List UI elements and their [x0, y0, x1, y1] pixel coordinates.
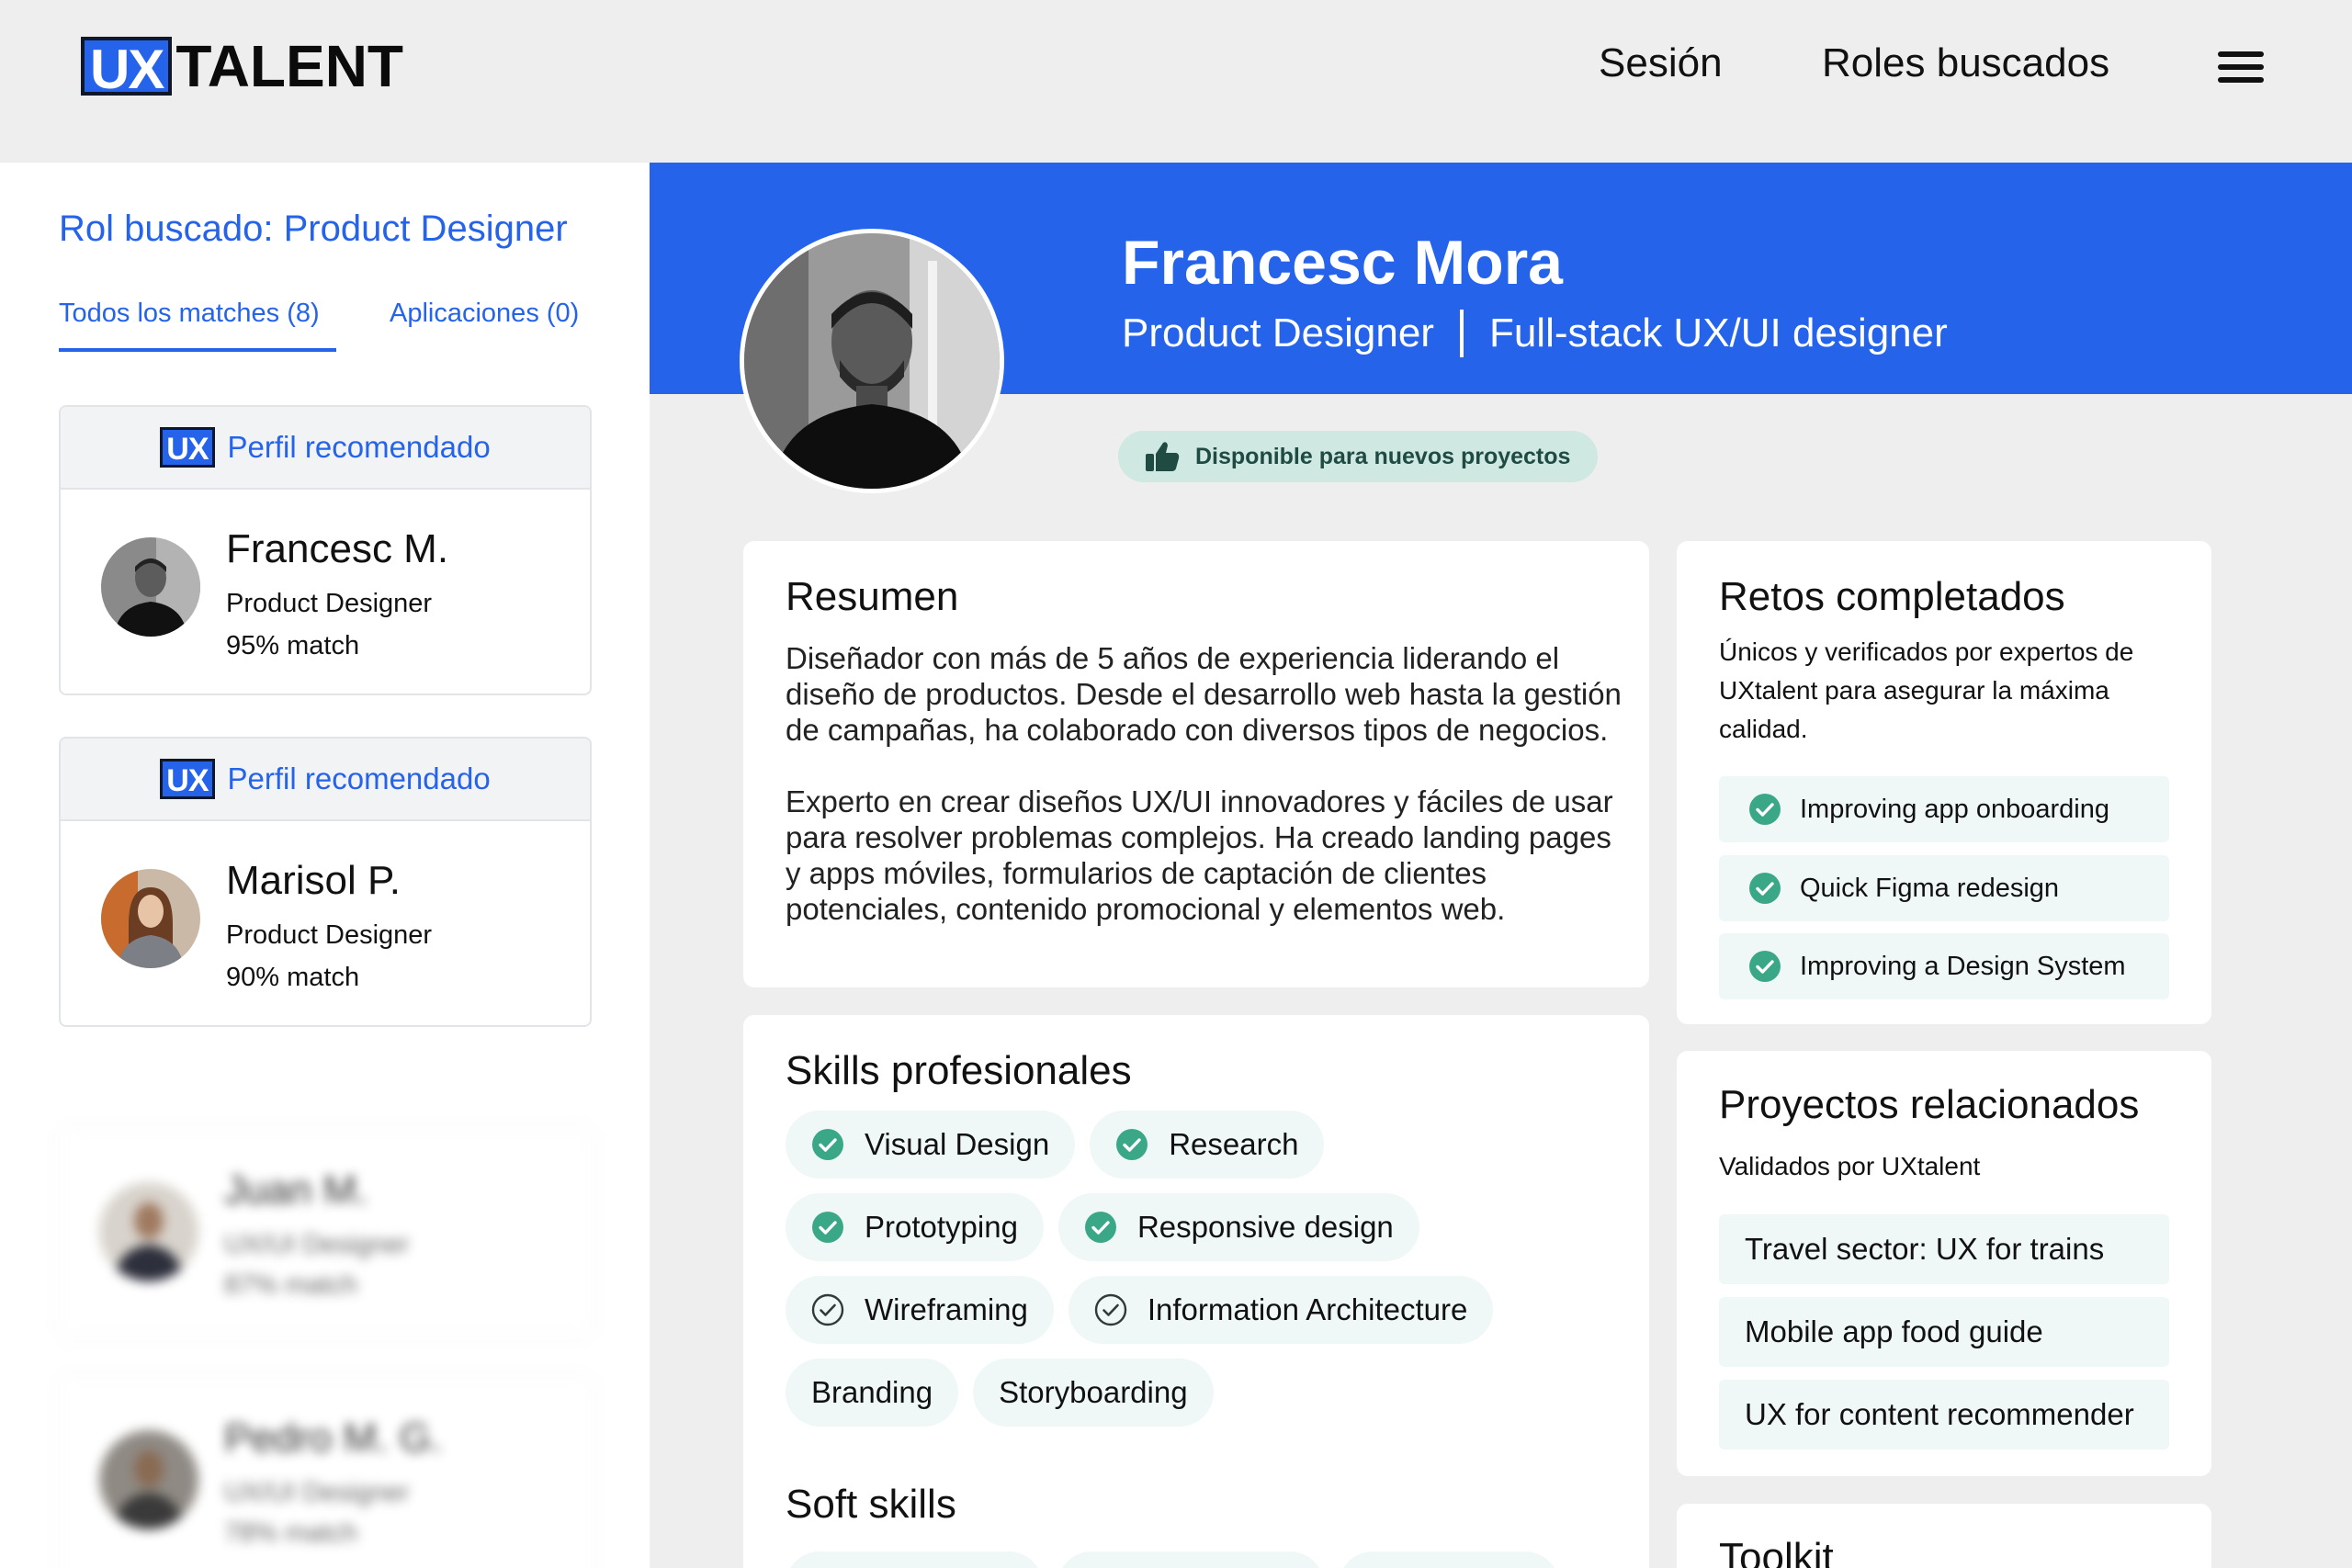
avatar: [99, 1182, 198, 1281]
match-role: UX/UI Designer: [224, 1230, 410, 1259]
profile-name: Francesc Mora: [1122, 228, 1563, 298]
match-name: Pedro M. G.: [224, 1416, 443, 1461]
match-percentage: 95% match: [226, 631, 360, 660]
uxtalent-logo[interactable]: UX TALENT: [81, 33, 404, 99]
profile-subtitle: Product Designer Full-stack UX/UI design…: [1122, 310, 1948, 357]
title-divider: [1459, 310, 1464, 357]
recommended-header: UX Perfil recomendado: [61, 739, 590, 821]
skill-chip: [1339, 1551, 1559, 1568]
skill-chip: Visual Design: [786, 1111, 1076, 1179]
skills-card: Skills profesionales Visual Design Resea…: [743, 1015, 1649, 1568]
match-card[interactable]: UX Perfil recomendado Marisol P. Product…: [59, 737, 592, 1027]
skill-chip: Responsive design: [1057, 1193, 1419, 1261]
avatar: [101, 869, 200, 968]
projects-card: Proyectos relacionados Validados por UXt…: [1677, 1051, 2211, 1476]
skill-chip: Prototyping: [786, 1193, 1044, 1261]
match-percentage: 87% match: [224, 1270, 358, 1300]
skill-chip: Research: [1090, 1111, 1325, 1179]
blurred-match-card: Pedro M. G. UX/UI Designer 78% match: [59, 1377, 592, 1568]
nav-link-sesion[interactable]: Sesión: [1599, 40, 1723, 86]
match-role: Product Designer: [226, 920, 433, 950]
recommended-label: Perfil recomendado: [227, 430, 491, 464]
avatar: [101, 537, 200, 637]
soft-skills-title: Soft skills: [786, 1482, 956, 1527]
thumbs-up-icon: [1146, 442, 1180, 471]
role-title: Rol buscado: Product Designer: [59, 209, 568, 249]
tab-applications[interactable]: Aplicaciones (0): [390, 299, 579, 329]
profile-specialty: Full-stack UX/UI designer: [1488, 310, 1948, 355]
check-circle-icon: [1749, 951, 1781, 982]
matches-sidebar: Rol buscado: Product Designer Todos los …: [0, 163, 650, 1568]
recommended-header: UX Perfil recomendado: [61, 407, 590, 490]
match-card[interactable]: UX Perfil recomendado Francesc M. Produc…: [59, 405, 592, 695]
skill-chip: Storyboarding: [973, 1359, 1214, 1427]
availability-badge: Disponible para nuevos proyectos: [1118, 431, 1599, 482]
projects-title: Proyectos relacionados: [1719, 1082, 2140, 1127]
challenges-card: Retos completados Únicos y verificados p…: [1677, 541, 2211, 1024]
skill-chip: Information Architecture: [1068, 1276, 1494, 1344]
summary-title: Resumen: [786, 574, 959, 619]
challenge-item[interactable]: Quick Figma redesign: [1719, 855, 2169, 921]
project-item[interactable]: UX for content recommender: [1719, 1380, 2169, 1450]
match-role: Product Designer: [226, 589, 433, 618]
match-percentage: 90% match: [226, 963, 360, 992]
soft-skills-row: [786, 1551, 1559, 1568]
summary-text: Diseñador con más de 5 años de experienc…: [786, 640, 1631, 927]
blurred-match-card: Juan M. UX/UI Designer 87% match: [59, 1129, 592, 1337]
skill-chip: [786, 1551, 1043, 1568]
profile-title: Product Designer: [1122, 310, 1434, 355]
ux-badge-icon: UX: [160, 427, 215, 468]
challenges-description: Únicos y verificados por expertos de UXt…: [1719, 637, 2134, 743]
check-circle-icon: [812, 1212, 843, 1243]
logo-ux-mark: UX: [81, 37, 173, 99]
profile-photo: [740, 229, 1004, 493]
profile-main: Francesc Mora Product Designer Full-stac…: [650, 163, 2352, 1568]
hamburger-menu-icon[interactable]: [2218, 51, 2264, 83]
challenge-item[interactable]: Improving a Design System: [1719, 933, 2169, 999]
match-name: Marisol P.: [226, 858, 401, 903]
summary-paragraph: Diseñador con más de 5 años de experienc…: [786, 641, 1622, 747]
project-item[interactable]: Mobile app food guide: [1719, 1297, 2169, 1367]
logo-wordmark: TALENT: [175, 33, 404, 99]
nav-link-roles-buscados[interactable]: Roles buscados: [1822, 40, 2109, 86]
active-tab-underline: [59, 348, 336, 352]
skill-chip: [1057, 1551, 1324, 1568]
match-percentage: 78% match: [224, 1518, 358, 1548]
summary-card: Resumen Diseñador con más de 5 años de e…: [743, 541, 1649, 987]
check-circle-outline-icon: [1094, 1293, 1127, 1326]
availability-text: Disponible para nuevos proyectos: [1195, 443, 1571, 469]
check-circle-outline-icon: [811, 1293, 844, 1326]
top-navigation-bar: UX TALENT Sesión Roles buscados: [0, 0, 2352, 163]
skills-title: Skills profesionales: [786, 1048, 1132, 1093]
challenges-title: Retos completados: [1719, 574, 2065, 619]
match-role: UX/UI Designer: [224, 1478, 410, 1507]
check-circle-icon: [1084, 1212, 1116, 1243]
check-circle-icon: [812, 1129, 843, 1160]
project-item[interactable]: Travel sector: UX for trains: [1719, 1214, 2169, 1284]
projects-subtitle: Validados por UXtalent: [1719, 1152, 1981, 1180]
challenge-item[interactable]: Improving app onboarding: [1719, 776, 2169, 842]
toolkit-title: Toolkit: [1719, 1535, 1834, 1568]
ux-badge-icon: UX: [160, 759, 215, 799]
avatar: [99, 1430, 198, 1529]
check-circle-icon: [1749, 794, 1781, 825]
summary-paragraph: Experto en crear diseños UX/UI innovador…: [786, 784, 1613, 926]
check-circle-icon: [1116, 1129, 1148, 1160]
skill-chip: Branding: [786, 1359, 959, 1427]
recommended-label: Perfil recomendado: [227, 761, 491, 795]
toolkit-card: Toolkit: [1677, 1504, 2211, 1568]
match-name: Juan M.: [224, 1168, 368, 1213]
check-circle-icon: [1749, 873, 1781, 904]
tab-all-matches[interactable]: Todos los matches (8): [59, 299, 320, 329]
skill-chip: Wireframing: [786, 1276, 1054, 1344]
match-name: Francesc M.: [226, 526, 449, 571]
